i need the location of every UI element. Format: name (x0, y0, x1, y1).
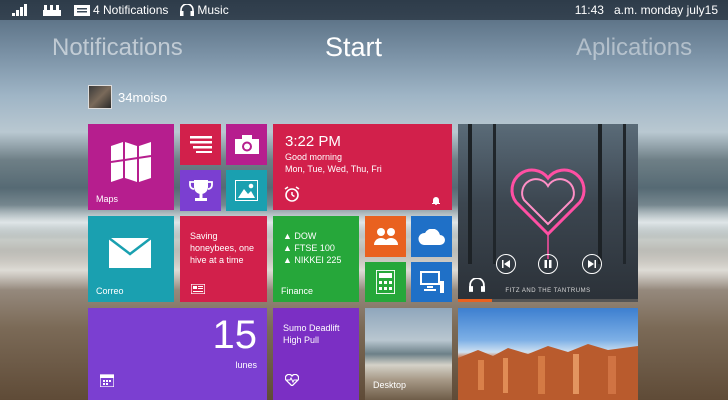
status-left: 4 Notifications Music (12, 0, 241, 20)
tile-photos[interactable] (226, 170, 267, 211)
tile-maps[interactable]: Maps (88, 124, 174, 210)
mail-icon (109, 238, 151, 268)
signal-indicator (12, 4, 30, 16)
people-icon (374, 228, 398, 245)
trophy-icon (189, 180, 213, 201)
tile-health[interactable]: Sumo Deadlift High Pull (273, 308, 359, 400)
heart-pulse-icon (285, 374, 299, 386)
photos-icon (235, 180, 258, 201)
map-icon (110, 142, 152, 182)
tile-finance[interactable]: ▲ DOW ▲ FTSE 100 ▲ NIKKEI 225 Finance (273, 216, 359, 302)
tile-music[interactable]: FITZ AND THE TANTRUMS (458, 124, 638, 302)
previous-icon (502, 260, 510, 268)
headphones-icon (469, 278, 485, 292)
tile-label: Correo (96, 286, 124, 296)
tile-mail[interactable]: Correo (88, 216, 174, 302)
pivot-notifications[interactable]: Notifications (52, 34, 183, 62)
alarm-clock-icon (284, 186, 300, 202)
signal-icon (12, 4, 27, 16)
avatar (88, 85, 112, 109)
user-name: 34moiso (118, 89, 168, 105)
health-text: Sumo Deadlift High Pull (283, 323, 340, 345)
music-artist: FITZ AND THE TANTRUMS (505, 288, 591, 294)
finance-item: ▲ DOW (283, 231, 317, 241)
clock-greeting: Good morning (285, 152, 343, 162)
music-text: Music (197, 3, 229, 17)
notifications-text: 4 Notifications (93, 3, 169, 17)
tile-photo-landscape[interactable] (458, 308, 638, 400)
tile-label: Maps (96, 194, 119, 204)
pivot-start[interactable]: Start (325, 32, 382, 63)
tile-alarms[interactable]: 3:22 PM Good morning Mon, Tue, Wed, Thu,… (273, 124, 452, 210)
status-time: 11:43 (574, 3, 604, 17)
news-headline: Saving honeybees, one hive at a time (190, 231, 255, 265)
camera-icon (235, 135, 259, 154)
play-pause-button[interactable] (538, 254, 558, 274)
tile-desktop[interactable]: Desktop (365, 308, 452, 400)
calendar-day: 15 (212, 313, 258, 357)
clock-days: Mon, Tue, Wed, Thu, Fri (285, 164, 382, 174)
album-art (468, 124, 626, 264)
list-icon (190, 136, 212, 153)
tile-pc[interactable] (411, 262, 452, 302)
finance-item: ▲ FTSE 100 (283, 243, 335, 253)
clock-time: 3:22 PM (285, 133, 341, 150)
tile-reading-list[interactable] (180, 124, 221, 165)
headphones-icon (180, 4, 195, 16)
network-indicator (42, 4, 62, 16)
tile-onedrive[interactable] (411, 216, 452, 257)
pause-icon (544, 260, 552, 268)
tile-news[interactable]: Saving honeybees, one hive at a time (180, 216, 267, 302)
status-bar: 4 Notifications Music 11:43 a.m. monday … (0, 0, 728, 20)
tile-calculator[interactable] (365, 262, 406, 302)
calendar-icon (100, 374, 114, 387)
newspaper-icon (191, 284, 205, 294)
next-icon (588, 260, 596, 268)
computer-icon (420, 271, 444, 293)
calendar-weekday: lunes (235, 360, 257, 370)
pivot-applications[interactable]: Aplications (576, 34, 692, 62)
bell-icon (432, 197, 440, 205)
status-date: a.m. monday july15 (613, 3, 718, 17)
music-progress-track (458, 299, 638, 302)
cloud-icon (418, 229, 445, 245)
message-icon (74, 4, 90, 16)
tile-label: Finance (281, 286, 314, 296)
canyon-image (458, 344, 638, 400)
network-icon (43, 5, 61, 16)
status-right: 11:43 a.m. monday july15 (575, 0, 718, 20)
tile-people[interactable] (365, 216, 406, 257)
tile-label: Desktop (373, 380, 407, 390)
next-button[interactable] (582, 254, 602, 274)
user-account[interactable]: 34moiso (88, 85, 167, 109)
music-progress-fill (458, 299, 493, 302)
tile-calendar[interactable]: 15 lunes (88, 308, 267, 400)
tile-games[interactable] (180, 170, 221, 211)
music-indicator[interactable]: Music (180, 0, 229, 20)
notifications-indicator[interactable]: 4 Notifications (74, 0, 168, 20)
calculator-icon (376, 270, 395, 294)
previous-button[interactable] (496, 254, 516, 274)
finance-item: ▲ NIKKEI 225 (283, 255, 342, 265)
tile-camera[interactable] (226, 124, 267, 165)
